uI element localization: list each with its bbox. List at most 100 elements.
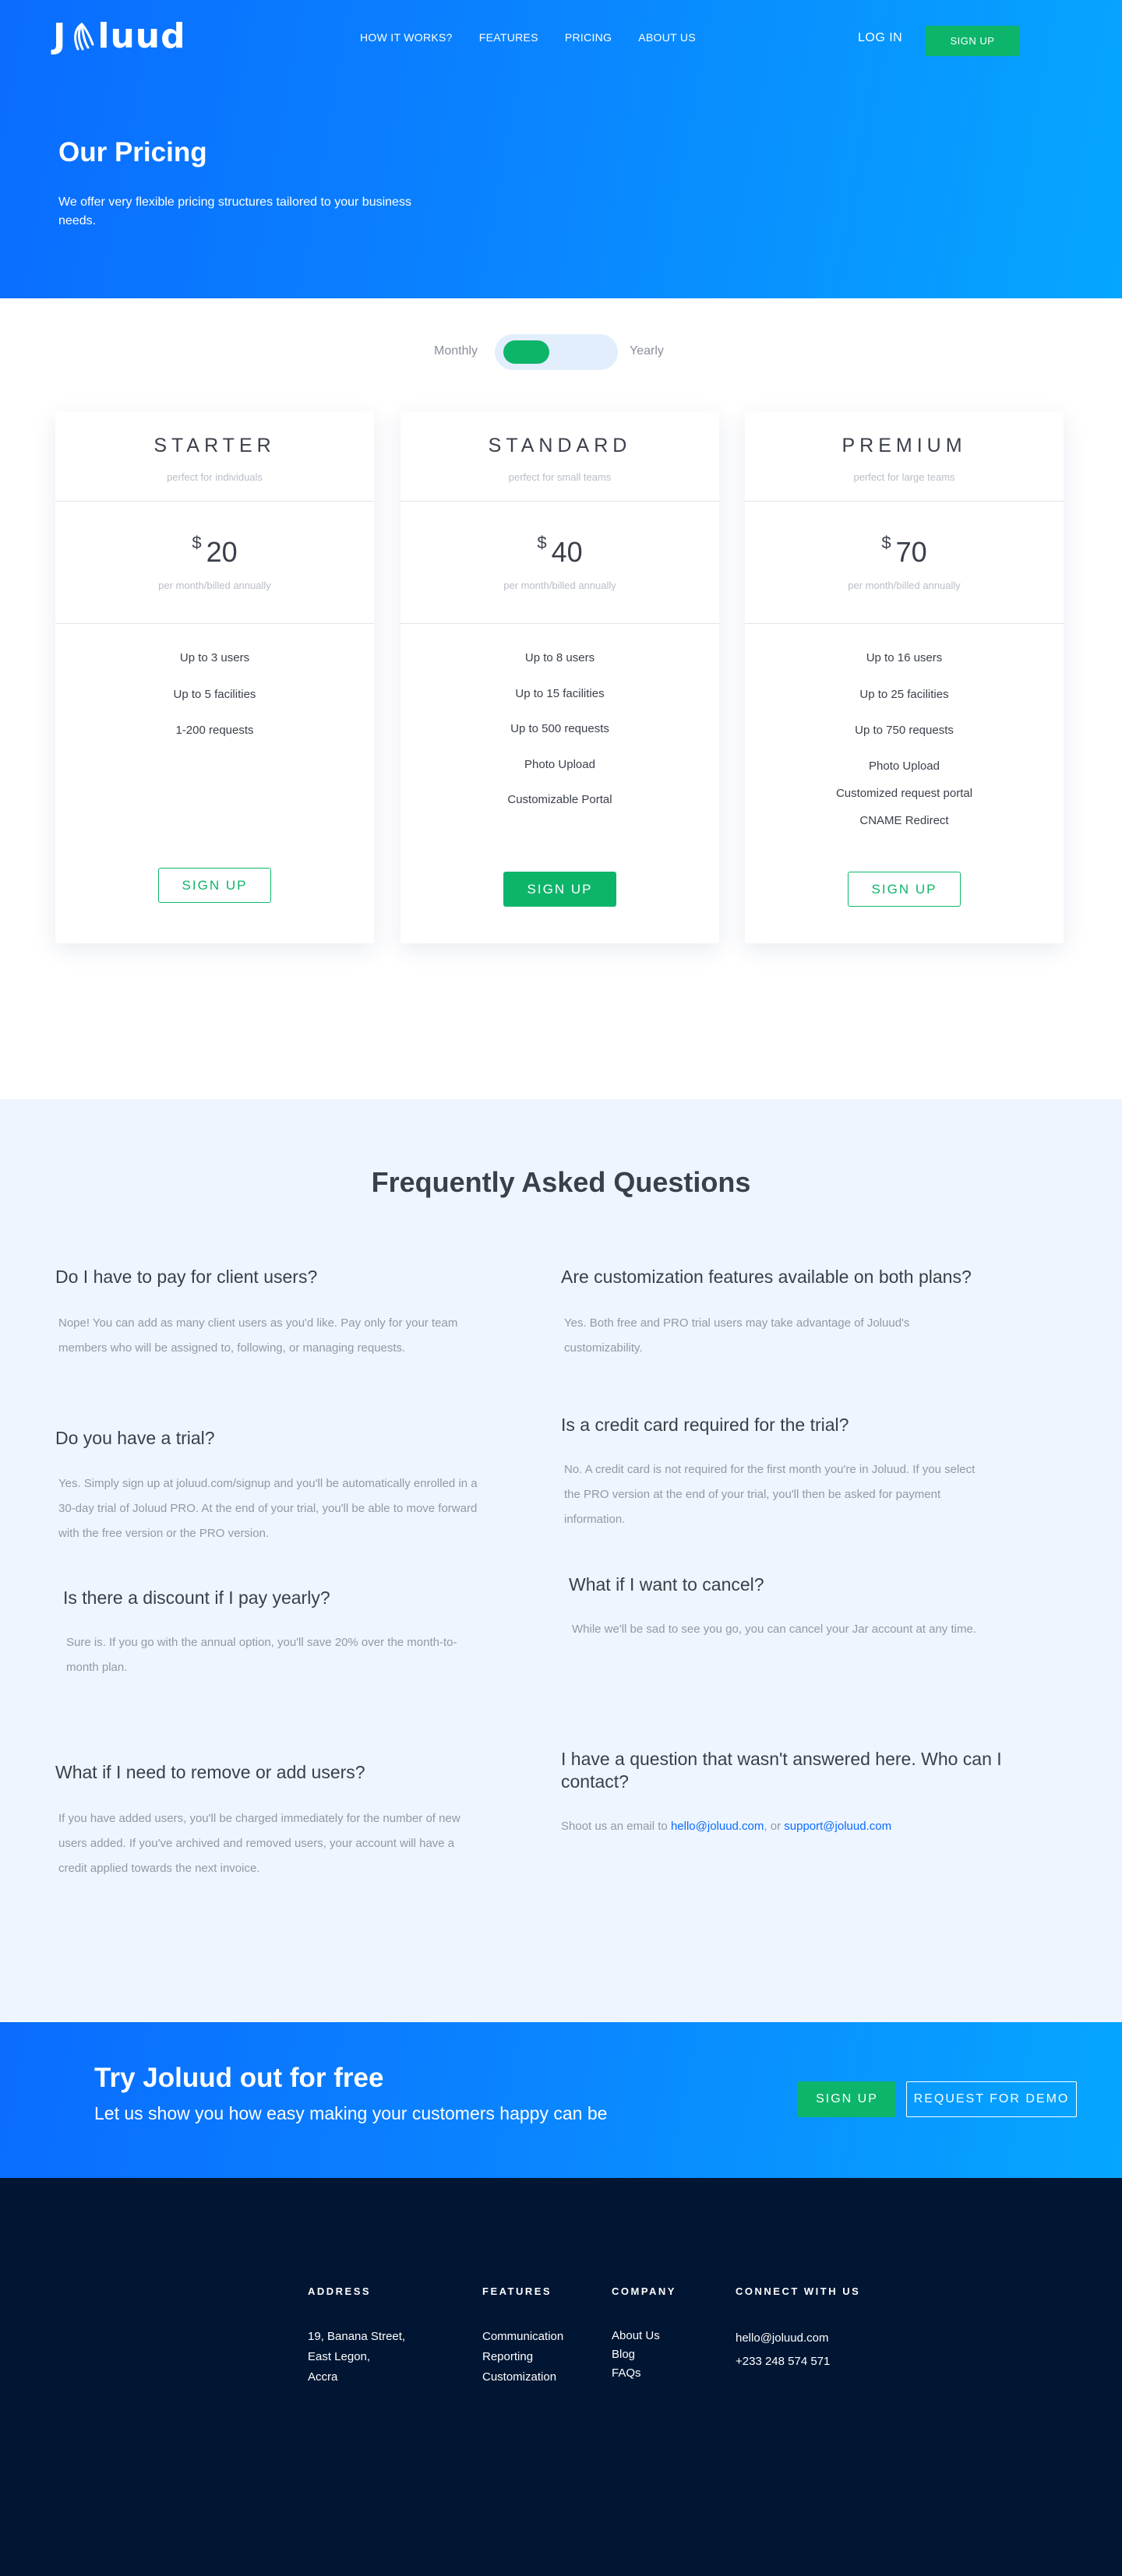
faq-title: Frequently Asked Questions [371, 1166, 751, 1198]
plan-name: STARTER [153, 435, 276, 456]
premium-signup-button[interactable]: SIGN UP [848, 872, 961, 907]
plan-feature: Up to 16 users [866, 651, 943, 664]
faq-question: Do you have a trial? [55, 1428, 215, 1448]
divider [745, 501, 1064, 502]
plan-price: $20 [55, 533, 374, 569]
faq-question: What if I want to cancel? [569, 1574, 764, 1595]
header-signup-button[interactable]: SIGN UP [926, 26, 1019, 56]
footer-features: FEATURES Communication Reporting Customi… [482, 2285, 563, 2387]
footer-link-about-us[interactable]: About Us [612, 2327, 676, 2345]
plan-feature: Up to 25 facilities [859, 688, 949, 701]
plan-name: STANDARD [488, 435, 632, 456]
billing-switch-knob [503, 340, 549, 364]
footer-heading: COMPANY [612, 2285, 676, 2297]
nav-about-us[interactable]: ABOUT US [638, 31, 696, 44]
plan-tagline: perfect for individuals [167, 471, 263, 483]
footer-connect: CONNECT WITH US hello@joluud.com +233 24… [736, 2285, 860, 2373]
footer-address: ADDRESS 19, Banana Street, East Legon, A… [308, 2285, 405, 2387]
divider [55, 501, 374, 502]
faq-question: I have a question that wasn't answered h… [561, 1749, 1002, 1792]
plan-feature: Up to 5 facilities [173, 688, 256, 701]
plan-feature: Customizable Portal [507, 793, 612, 806]
cta-title: Try Joluud out for free [94, 2063, 384, 2093]
faq-answer: Nope! You can add as many client users a… [58, 1316, 458, 1355]
footer-link-reporting[interactable]: Reporting [482, 2347, 563, 2367]
currency-symbol: $ [537, 533, 547, 552]
plan-feature: Up to 500 requests [510, 722, 609, 735]
support-email-link[interactable]: support@joluud.com [784, 1820, 891, 1833]
starter-signup-button[interactable]: SIGN UP [158, 868, 271, 903]
price-amount: 70 [895, 536, 927, 568]
footer-company: COMPANY About Us Blog FAQs [612, 2285, 676, 2383]
billing-period-note: per month/billed annually [848, 580, 961, 591]
footer-heading: ADDRESS [308, 2285, 372, 2297]
faq-answer-prefix: Shoot us an email to [561, 1820, 668, 1833]
plan-tagline: perfect for small teams [508, 471, 612, 483]
faq-answer: Sure is. If you go with the annual optio… [66, 1636, 457, 1674]
faq-question: What if I need to remove or add users? [55, 1762, 365, 1782]
divider [55, 623, 374, 624]
faq-answer: Yes. Both free and PRO trial users may t… [564, 1316, 910, 1355]
address-line: 19, Banana Street, [308, 2330, 406, 2343]
address-line: East Legon, [308, 2350, 371, 2363]
page-title: Our Pricing [58, 137, 207, 167]
plan-card-standard: STANDARD perfect for small teams $40 per… [400, 411, 719, 943]
login-link[interactable]: LOG IN [858, 31, 902, 45]
billing-switch[interactable] [495, 334, 618, 370]
main-nav: HOW IT WORKS? FEATURES PRICING ABOUT US [360, 31, 696, 44]
faq-question: Do I have to pay for client users? [55, 1267, 318, 1287]
logo-swirl-icon [74, 23, 94, 51]
plan-tagline: perfect for large teams [853, 471, 955, 483]
standard-signup-button[interactable]: SIGN UP [503, 872, 616, 907]
brand-logo[interactable]: J luud [53, 16, 186, 58]
divider [400, 623, 719, 624]
billing-period-note: per month/billed annually [158, 580, 271, 591]
faq-answer: Yes. Simply sign up at joluud.com/signup… [58, 1477, 478, 1540]
plan-feature: Photo Upload [869, 759, 940, 773]
cta-subtitle: Let us show you how easy making your cus… [94, 2103, 608, 2123]
plan-card-premium: PREMIUM perfect for large teams $70 per … [745, 411, 1064, 943]
faq-answer: If you have added users, you'll be charg… [58, 1812, 460, 1875]
footer-link-faqs[interactable]: FAQs [612, 2364, 676, 2383]
request-demo-button[interactable]: REQUEST FOR DEMO [906, 2081, 1077, 2117]
plan-feature: Up to 750 requests [855, 724, 954, 737]
faq-answer: No. A credit card is not required for th… [564, 1463, 976, 1526]
hello-email-link[interactable]: hello@joluud.com [671, 1820, 764, 1833]
price-amount: 40 [551, 536, 583, 568]
billing-monthly-label[interactable]: Monthly [434, 344, 478, 358]
plan-feature: Up to 3 users [179, 651, 250, 664]
plan-feature: Customized request portal [835, 787, 973, 800]
cta-signup-button[interactable]: SIGN UP [798, 2081, 896, 2117]
faq-section: Frequently Asked Questions Do I have to … [0, 1099, 1122, 2022]
plan-card-starter: STARTER perfect for individuals $20 per … [55, 411, 374, 943]
plan-price: $70 [745, 533, 1064, 569]
plan-feature: Up to 15 facilities [515, 687, 605, 700]
footer-heading: FEATURES [482, 2285, 552, 2297]
faq-question: Are customization features available on … [561, 1267, 972, 1287]
nav-features[interactable]: FEATURES [479, 31, 538, 44]
faq-question: Is a credit card required for the trial? [561, 1415, 849, 1435]
footer-heading: CONNECT WITH US [736, 2285, 861, 2297]
plan-feature: 1-200 requests [175, 724, 254, 737]
address-line: Accra [308, 2370, 338, 2384]
footer-link-communication[interactable]: Communication [482, 2327, 563, 2347]
plan-feature: Up to 8 users [524, 651, 595, 664]
currency-symbol: $ [881, 533, 891, 552]
nav-pricing[interactable]: PRICING [565, 31, 612, 44]
faq-answer-mid: , or [764, 1820, 782, 1833]
divider [400, 501, 719, 502]
billing-yearly-label[interactable]: Yearly [630, 344, 664, 358]
footer-link-customization[interactable]: Customization [482, 2367, 563, 2387]
faq-answer: While we'll be sad to see you go, you ca… [572, 1623, 976, 1636]
cta-banner: Try Joluud out for free Let us show you … [0, 2022, 1122, 2178]
faq-question: Is there a discount if I pay yearly? [63, 1588, 330, 1608]
hero-section: J luud HOW IT WORKS? FEATURES PRICING AB… [0, 0, 1122, 298]
page-subtitle: We offer very flexible pricing structure… [58, 196, 411, 227]
billing-period-note: per month/billed annually [503, 580, 616, 591]
nav-how-it-works[interactable]: HOW IT WORKS? [360, 31, 453, 44]
plan-name: PREMIUM [842, 435, 967, 456]
footer-email-link[interactable]: hello@joluud.com [736, 2327, 860, 2350]
footer-phone: +233 248 574 571 [736, 2355, 831, 2368]
footer-link-blog[interactable]: Blog [612, 2345, 676, 2364]
plan-feature: Photo Upload [524, 758, 595, 771]
